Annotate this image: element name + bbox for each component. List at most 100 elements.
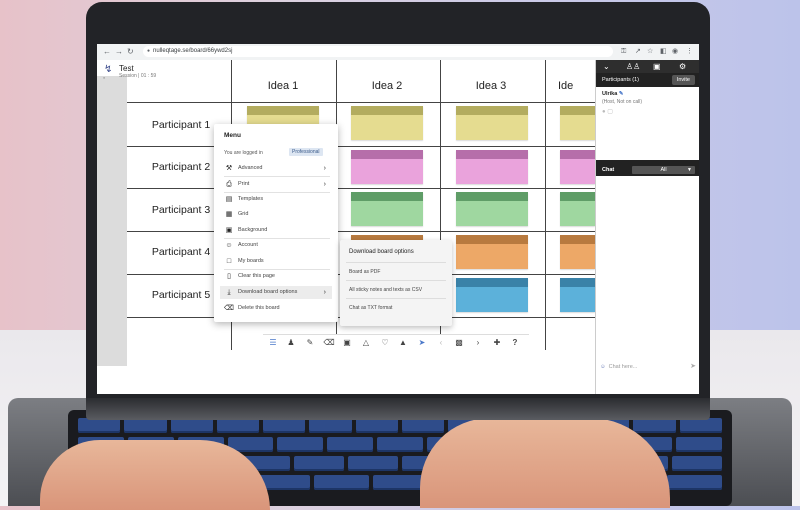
sticky-note[interactable] [351, 106, 423, 140]
move-icon[interactable]: ✚ [491, 338, 503, 348]
templates-icon: ▤ [225, 196, 233, 203]
key-icon[interactable]: ⚿ [621, 47, 626, 56]
sticky-note[interactable] [456, 235, 528, 269]
layers-icon[interactable]: ▲ [397, 338, 409, 348]
submenu-divider [346, 298, 446, 299]
menu-item-templates[interactable]: ▤ Templates [220, 193, 332, 206]
edit-pencil-icon[interactable]: ✎ [619, 91, 624, 97]
chat-input[interactable]: ☺ Chat here... [600, 360, 696, 374]
menu-icon[interactable]: ☰ [267, 338, 279, 348]
main-menu: Menu You are logged in Professional ⚒ Adv… [214, 124, 338, 322]
column-header: Ide [558, 80, 574, 92]
sticky-note[interactable] [560, 278, 595, 312]
emoji-icon[interactable]: ☺ [600, 364, 606, 370]
sticky-note[interactable] [560, 150, 595, 184]
chat-title: Chat [602, 167, 615, 173]
menu-item-advanced[interactable]: ⚒ Advanced › [220, 162, 332, 175]
help-icon[interactable]: ? [509, 338, 521, 348]
sticky-note[interactable] [560, 235, 595, 269]
tools-icon: ⚒ [225, 165, 233, 172]
menu-item-my-boards[interactable]: □ My boards [220, 255, 332, 268]
menu-item-print[interactable]: ⎙ Print › [220, 178, 332, 191]
sticky-note[interactable] [351, 192, 423, 226]
sticky-note[interactable] [560, 192, 595, 226]
share-network-icon[interactable]: ♡ [379, 338, 391, 348]
shapes-icon[interactable]: △ [360, 338, 372, 348]
chevron-right-icon: › [323, 181, 326, 188]
more-icon[interactable]: ⋮ [686, 47, 693, 56]
share-icon[interactable]: ↗ [635, 47, 641, 56]
url-text: nulleqtage.se/board/66ywd2sj [153, 48, 233, 54]
participants-title: Participants (1) [602, 77, 639, 83]
grid-line [127, 146, 595, 147]
user-icon: ☺ [225, 242, 233, 249]
send-icon[interactable]: ➤ [690, 360, 696, 374]
chevron-right-icon: › [323, 165, 326, 172]
chat-header: Chat All ▼ [596, 164, 699, 176]
back-icon[interactable]: ← [103, 47, 111, 56]
board-title: Test [119, 64, 134, 73]
chat-bubbles-icon[interactable]: ▣ [653, 62, 661, 71]
eraser-icon[interactable]: ⌫ [323, 338, 335, 348]
forward-icon[interactable]: → [115, 47, 123, 56]
column-header: Idea 2 [371, 80, 403, 92]
sticky-note[interactable] [351, 150, 423, 184]
menu-item-account[interactable]: ☺ Account [220, 239, 332, 252]
camera-icon[interactable]: ▢ [607, 109, 613, 115]
star-icon[interactable]: ☆ [647, 47, 653, 56]
menu-item-clear-page[interactable]: ▯ Clear this page [220, 270, 332, 283]
sticky-note[interactable] [560, 106, 595, 140]
menu-title: Menu [224, 132, 241, 139]
logo-mark: ≡ [103, 76, 106, 80]
download-chat-option[interactable]: Chat as TXT format [349, 305, 392, 311]
stamp-icon[interactable]: ♟ [285, 338, 297, 348]
submenu-divider [346, 280, 446, 281]
right-hand [420, 418, 670, 508]
next-page-icon[interactable]: › [472, 338, 484, 348]
sticky-note[interactable] [456, 278, 528, 312]
menu-divider [224, 176, 330, 177]
submenu-title: Download board options [349, 249, 414, 255]
pages-icon[interactable]: ▩ [453, 338, 465, 348]
pointer-icon[interactable]: ➤ [416, 338, 428, 348]
address-bar[interactable]: ● nulleqtage.se/board/66ywd2sj [143, 46, 613, 57]
laptop-screen: ← → ↻ ● nulleqtage.se/board/66ywd2sj ⚿ ↗ … [97, 44, 699, 394]
profile-icon[interactable]: ◉ [672, 47, 678, 56]
grid-line [127, 102, 595, 103]
download-submenu: Download board options Board as PDF All … [340, 240, 452, 326]
menu-item-delete-board[interactable]: ⌫ Delete this board [220, 302, 332, 315]
sticky-note-icon[interactable]: ▣ [341, 338, 353, 348]
participants-icon[interactable]: ♙♙ [626, 62, 640, 71]
download-csv-option[interactable]: All sticky notes and texts as CSV [349, 287, 422, 293]
menu-item-download-options[interactable]: ⤓ Download board options › [220, 286, 332, 299]
invite-button[interactable]: Invite [671, 75, 695, 85]
collapse-chevron-icon[interactable]: ⌄ [603, 62, 610, 71]
participant-media-icons: ● ▢ [602, 108, 613, 115]
previous-page-icon[interactable]: ‹ [435, 338, 447, 348]
settings-gear-icon[interactable]: ⚙ [679, 62, 686, 71]
participant-name: Ulrika ✎ [602, 91, 624, 97]
bottom-toolbar: ☰ ♟ ✎ ⌫ ▣ △ ♡ ▲ ➤ ‹ ▩ › ✚ ? [263, 334, 529, 353]
lock-icon: ● [147, 48, 151, 54]
column-header: Idea 1 [267, 80, 299, 92]
sticky-note[interactable] [456, 150, 528, 184]
sticky-note[interactable] [456, 192, 528, 226]
participants-header: Participants (1) Invite [596, 73, 699, 87]
printer-icon: ⎙ [226, 181, 232, 188]
session-timer: Session | 01 : 59 [119, 73, 157, 79]
menu-item-grid[interactable]: ▦ Grid [220, 208, 332, 221]
reload-icon[interactable]: ↻ [127, 47, 134, 56]
sidebar-icon[interactable]: ◧ [660, 47, 667, 56]
browser-bar: ← → ↻ ● nulleqtage.se/board/66ywd2sj ⚿ ↗ … [97, 44, 699, 61]
sticky-note[interactable] [456, 106, 528, 140]
left-gutter [97, 76, 127, 366]
chat-filter-select[interactable]: All ▼ [632, 166, 695, 174]
microphone-icon[interactable]: ● [602, 109, 606, 115]
grid-line [127, 188, 595, 189]
pen-icon[interactable]: ✎ [304, 338, 316, 348]
side-panel: ⌄ ♙♙ ▣ ⚙ Participants (1) Invite Ulrika … [595, 60, 699, 394]
monitor-icon: □ [226, 258, 232, 265]
download-pdf-option[interactable]: Board as PDF [349, 269, 380, 275]
laptop-hinge [86, 398, 710, 420]
menu-item-background[interactable]: ▣ Background [220, 224, 332, 237]
